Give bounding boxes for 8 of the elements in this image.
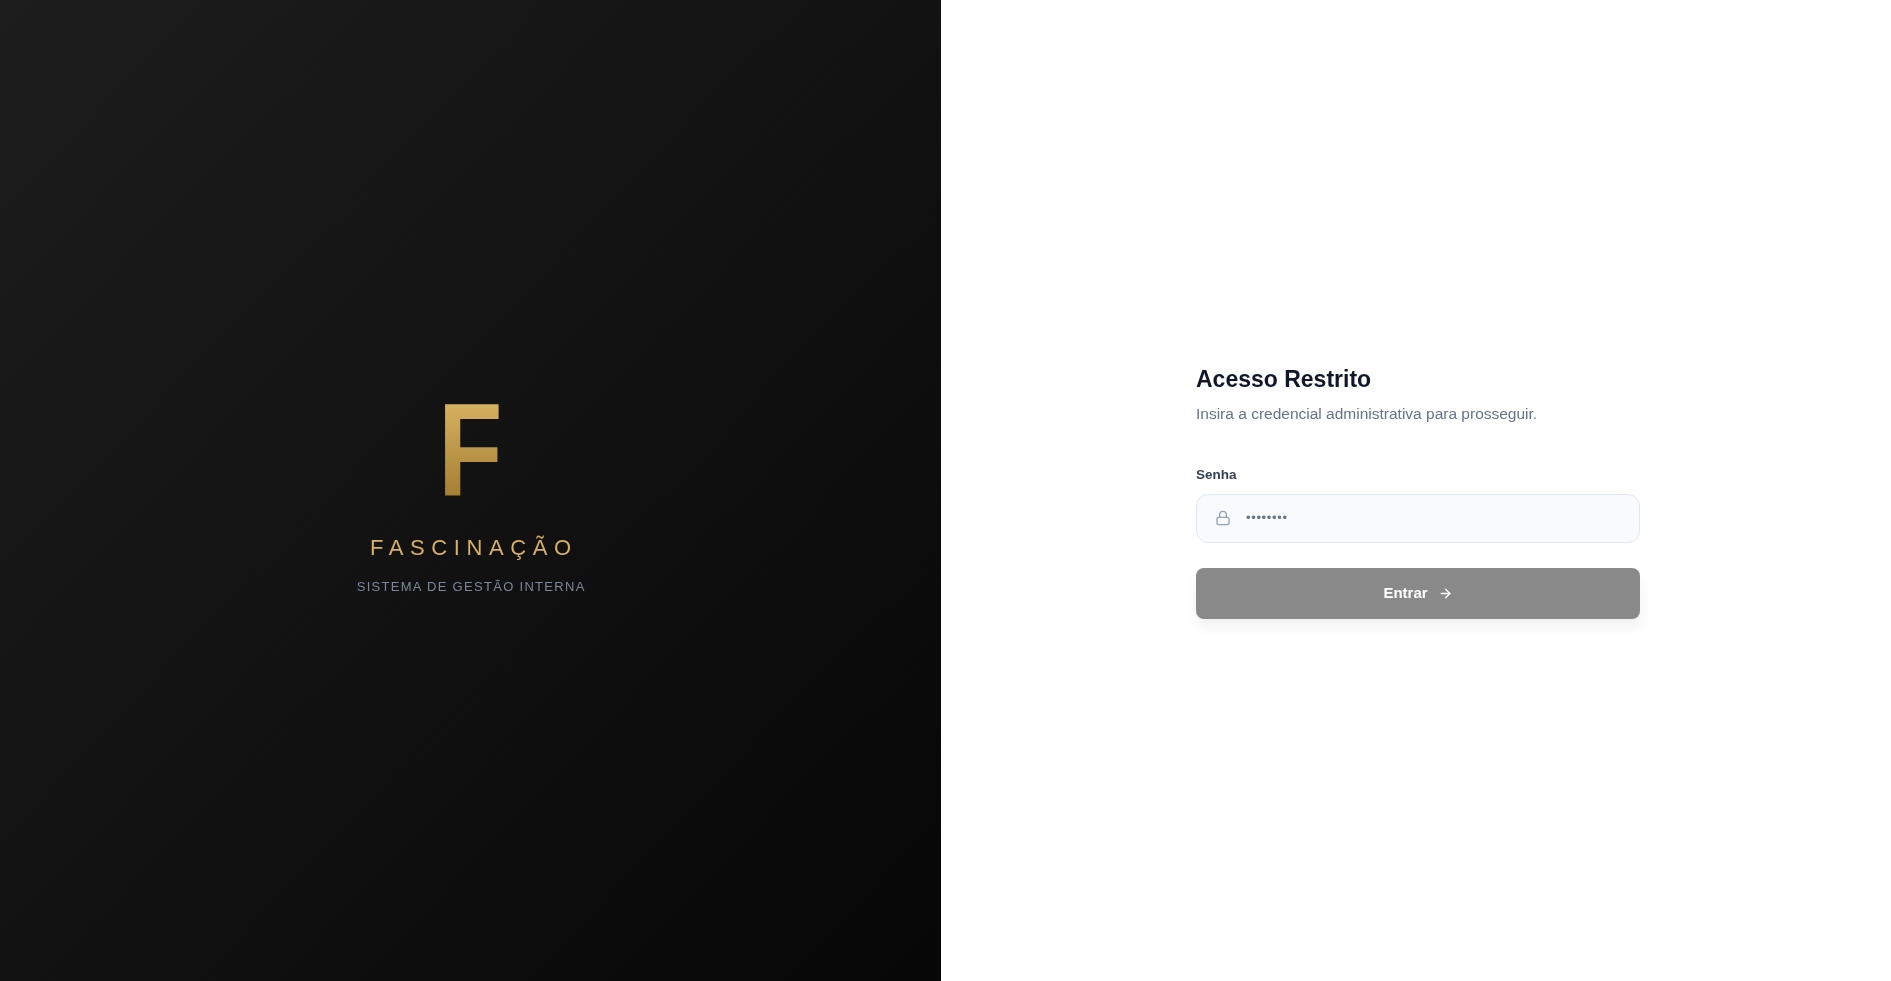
- arrow-right-icon: [1437, 585, 1453, 601]
- password-field[interactable]: ••••••••: [1196, 493, 1640, 543]
- brand-tagline: SISTEMA DE GESTÃO INTERNA: [355, 577, 586, 596]
- login-subtitle: Insira a credencial administrativa para prosseguir.: [1196, 403, 1539, 424]
- brand-name: FASCINAÇÃO: [368, 533, 578, 562]
- lock-icon: [1215, 510, 1231, 526]
- password-label: Senha: [1196, 465, 1238, 484]
- login-title: Acesso Restrito: [1196, 364, 1373, 394]
